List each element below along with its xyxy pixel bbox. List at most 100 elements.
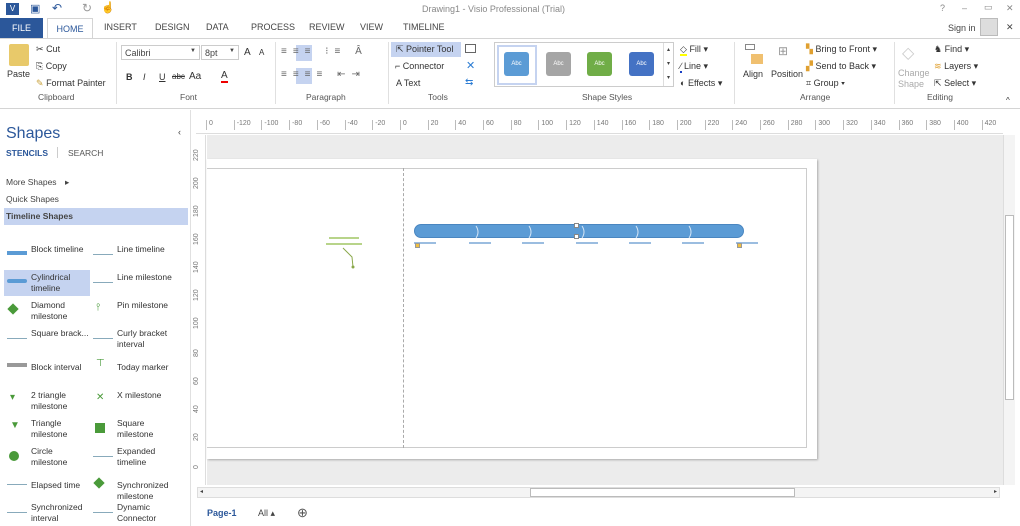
horizontal-scrollbar[interactable]: ◂ ▸ (197, 487, 1000, 498)
position-icon[interactable]: ⊞ (778, 44, 788, 58)
stencils-tab[interactable]: STENCILS (6, 148, 48, 158)
more-shapes-menu[interactable]: More Shapes ▸ (6, 177, 69, 188)
layers-button[interactable]: ≋ Layers ▾ (934, 61, 978, 72)
tab-data[interactable]: DATA (206, 22, 229, 32)
send-to-back-button[interactable]: ▞ Send to Back ▾ (806, 61, 876, 72)
collapse-ribbon-icon[interactable]: ^ (1006, 96, 1010, 105)
add-page-button[interactable]: ⊕ (297, 505, 308, 521)
align-icon[interactable] (745, 44, 765, 66)
group-button[interactable]: ⌗ Group ▾ (806, 78, 845, 89)
tab-home[interactable]: HOME (47, 18, 93, 39)
underline-button[interactable]: U (159, 72, 166, 82)
vertical-scroll-thumb[interactable] (1005, 215, 1014, 400)
pane-divider[interactable] (190, 110, 191, 526)
save-icon[interactable]: ▣ (30, 2, 40, 15)
cut-button[interactable]: ✂ Cut (36, 44, 60, 55)
stencil-shape-cyl[interactable]: Cylindrical timeline (4, 270, 90, 296)
quick-shapes-item[interactable]: Quick Shapes (6, 194, 59, 204)
italic-button[interactable]: I (143, 72, 146, 82)
find-button[interactable]: ♞ Find ▾ (934, 44, 969, 55)
text-tool-button[interactable]: A Text (396, 78, 420, 88)
effects-button[interactable]: ◐ Effects ▾ (680, 78, 722, 89)
font-color-icon[interactable]: A (221, 70, 228, 83)
stencil-shape-sqbr[interactable]: Square brack... (4, 326, 90, 352)
stencil-shape-syncint[interactable]: Synchronized interval (4, 500, 90, 526)
stencil-shape-tri[interactable]: ▼ Triangle milestone (4, 416, 90, 442)
strikethrough-button[interactable]: abc (172, 72, 185, 81)
stencil-shape-curly[interactable]: Curly bracket interval (90, 326, 176, 352)
x-delete-icon[interactable]: ✕ (466, 59, 475, 72)
tab-design[interactable]: DESIGN (155, 22, 190, 32)
minimize-button[interactable]: – (962, 3, 967, 13)
grow-font-icon[interactable]: A (244, 47, 251, 58)
style-swatch[interactable]: Abc (504, 52, 529, 76)
undo-icon[interactable]: ↶ (52, 1, 62, 15)
tab-view[interactable]: VIEW (360, 22, 383, 32)
milestone-label[interactable] (326, 243, 362, 245)
timeline-shapes-stencil[interactable]: Timeline Shapes (4, 208, 188, 225)
vertical-align-icons[interactable]: ≡≡≡ ⁝≡ Â (281, 46, 368, 57)
font-family-select[interactable]: Calibri ▼ (121, 45, 200, 60)
shrink-font-icon[interactable]: A (259, 48, 264, 57)
fill-button[interactable]: ◇ Fill ▾ (680, 44, 708, 56)
horizontal-scroll-thumb[interactable] (530, 488, 795, 497)
tab-insert[interactable]: INSERT (104, 22, 137, 32)
scroll-left-arrow[interactable]: ◂ (198, 488, 205, 497)
stencil-shape-block[interactable]: Block timeline (4, 242, 90, 268)
avatar[interactable] (980, 18, 998, 36)
stencil-shape-blockint[interactable]: Block interval (4, 354, 90, 380)
close-document-button[interactable]: ✕ (1006, 22, 1014, 33)
restore-button[interactable]: ▭ (984, 2, 993, 13)
end-handle[interactable] (737, 243, 742, 248)
stencil-shape-elapsed[interactable]: Elapsed time (4, 472, 90, 498)
redo-icon[interactable]: ↻ (82, 1, 92, 15)
stencil-shape-line-ms[interactable]: Line milestone (90, 270, 176, 296)
stencil-shape-expanded[interactable]: Expanded timeline (90, 444, 176, 470)
gallery-scroll[interactable]: ▴ ▾ ▾ (663, 43, 673, 86)
sign-in-link[interactable]: Sign in (948, 23, 976, 33)
change-case-button[interactable]: Aa (189, 71, 201, 82)
paste-button[interactable]: Paste (7, 69, 30, 79)
tab-file[interactable]: FILE (0, 18, 43, 38)
drawing-page[interactable] (207, 159, 817, 459)
position-button[interactable]: Position (771, 69, 803, 79)
stencil-shape-tri2[interactable]: ▾ 2 triangle milestone (4, 388, 90, 414)
milestone-label[interactable] (329, 237, 359, 239)
tab-timeline[interactable]: TIMELINE (403, 22, 445, 32)
stencil-shape-x[interactable]: ✕ X milestone (90, 388, 176, 414)
tab-process[interactable]: PROCESS (251, 22, 295, 32)
stencil-shape-connector[interactable]: Dynamic Connector (90, 500, 176, 526)
rectangle-icon[interactable] (465, 44, 476, 53)
touch-mode-icon[interactable]: ☝ (101, 1, 115, 14)
font-size-select[interactable]: 8pt ▼ (201, 45, 239, 60)
close-button[interactable]: ✕ (1006, 3, 1014, 14)
format-painter-button[interactable]: ✎ Format Painter (36, 78, 106, 89)
search-tab[interactable]: SEARCH (68, 148, 103, 158)
selection-handle[interactable] (574, 234, 579, 239)
horizontal-align-icons[interactable]: ≡≡≡≡ ⇤⇥ (281, 69, 366, 80)
style-swatch[interactable]: Abc (546, 52, 571, 76)
style-swatch[interactable]: Abc (629, 52, 654, 76)
align-button[interactable]: Align (743, 69, 763, 79)
start-handle[interactable] (415, 243, 420, 248)
bring-to-front-button[interactable]: ▚ Bring to Front ▾ (806, 44, 877, 55)
connector-button[interactable]: ⌐ Connector (395, 61, 444, 71)
stencil-shape-pin[interactable]: ⫯ Pin milestone (90, 298, 176, 324)
help-button[interactable]: ? (940, 3, 945, 13)
stencil-shape-line-tl[interactable]: Line timeline (90, 242, 176, 268)
copy-button[interactable]: ⎘ Copy (36, 61, 67, 72)
connection-point-icon[interactable]: ⇆ (465, 77, 473, 88)
style-swatch[interactable]: Abc (587, 52, 612, 76)
paste-icon[interactable] (9, 44, 29, 66)
select-button[interactable]: ⇱ Select ▾ (934, 78, 976, 89)
stencil-shape-sync[interactable]: Synchronized milestone (90, 472, 176, 501)
page-tab-page-1[interactable]: Page-1 (207, 508, 237, 518)
selection-handle[interactable] (574, 223, 579, 228)
tab-review[interactable]: REVIEW (309, 22, 345, 32)
stencil-shape-square[interactable]: Square milestone (90, 416, 176, 442)
collapse-pane-icon[interactable]: ‹ (178, 127, 181, 137)
vertical-scrollbar[interactable] (1003, 135, 1015, 485)
stencil-shape-diamond[interactable]: Diamond milestone (4, 298, 90, 324)
scroll-right-arrow[interactable]: ▸ (992, 488, 999, 497)
stencil-shape-today[interactable]: ⊤ Today marker (90, 354, 176, 380)
